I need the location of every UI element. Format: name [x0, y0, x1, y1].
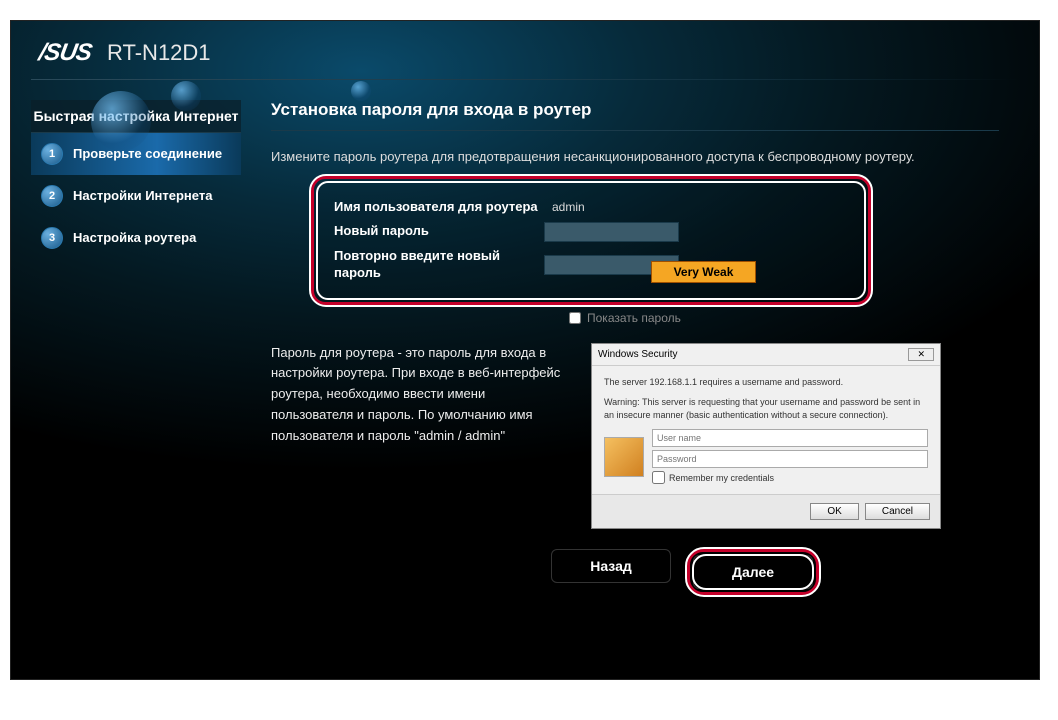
help-text: Пароль для роутера - это пароль для вход…: [271, 343, 571, 530]
dialog-warning-text: Warning: This server is requesting that …: [604, 396, 928, 421]
page-title: Установка пароля для входа в роутер: [271, 100, 999, 120]
main-panel: Установка пароля для входа в роутер Изме…: [241, 100, 1019, 595]
password-strength-badge: Very Weak: [651, 261, 756, 283]
page-description: Измените пароль роутера для предотвращен…: [271, 149, 999, 164]
asus-logo: /SUS: [37, 39, 94, 67]
show-password-checkbox[interactable]: [569, 312, 581, 324]
title-divider: [271, 130, 999, 131]
next-button-highlight: Далее: [687, 549, 819, 595]
confirm-password-label: Повторно введите новый пароль: [334, 248, 544, 282]
router-admin-frame: /SUS RT-N12D1 Быстрая настройка Интернет…: [10, 20, 1040, 680]
dialog-title: Windows Security: [598, 349, 677, 360]
username-label: Имя пользователя для роутера: [334, 199, 544, 216]
step-number-icon: 2: [41, 185, 63, 207]
password-form-highlight: Имя пользователя для роутера admin Новый…: [311, 176, 871, 305]
model-name: RT-N12D1: [107, 40, 211, 66]
nav-buttons: Назад Далее: [371, 549, 999, 595]
username-value: admin: [544, 200, 585, 214]
next-button[interactable]: Далее: [693, 555, 813, 589]
dialog-remember-checkbox: [652, 471, 665, 484]
step-number-icon: 3: [41, 227, 63, 249]
show-password-row: Показать пароль: [569, 311, 999, 325]
back-button[interactable]: Назад: [551, 549, 671, 583]
header: /SUS RT-N12D1: [11, 21, 1039, 79]
sidebar-step-internet-settings[interactable]: 2 Настройки Интернета: [31, 175, 241, 217]
new-password-label: Новый пароль: [334, 223, 544, 240]
dialog-username-input: [652, 429, 928, 447]
sidebar: Быстрая настройка Интернет 1 Проверьте с…: [31, 100, 241, 595]
windows-security-dialog-example: Windows Security ✕ The server 192.168.1.…: [591, 343, 941, 530]
password-strength: Very Weak: [651, 261, 756, 283]
dialog-cancel-button: Cancel: [865, 503, 930, 520]
new-password-input[interactable]: [544, 222, 679, 242]
credential-image-icon: [604, 437, 644, 477]
step-label: Настройка роутера: [73, 230, 196, 246]
dialog-close-icon: ✕: [908, 348, 934, 361]
sidebar-step-router-settings[interactable]: 3 Настройка роутера: [31, 217, 241, 259]
show-password-label: Показать пароль: [587, 311, 681, 325]
dialog-remember-label: Remember my credentials: [669, 472, 774, 485]
step-label: Настройки Интернета: [73, 188, 212, 204]
dialog-password-input: [652, 450, 928, 468]
dialog-ok-button: OK: [810, 503, 858, 520]
step-number-icon: 1: [41, 143, 63, 165]
step-label: Проверьте соединение: [73, 146, 222, 162]
dialog-server-text: The server 192.168.1.1 requires a userna…: [604, 376, 928, 389]
